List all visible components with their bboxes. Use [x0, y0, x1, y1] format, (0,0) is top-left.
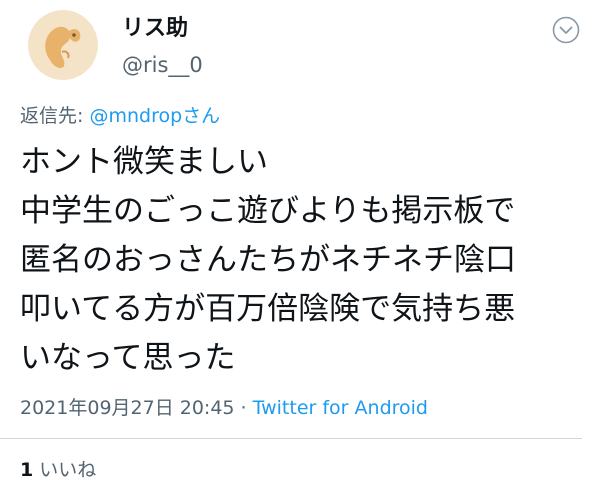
squirrel-avatar-icon	[28, 10, 98, 80]
source-link[interactable]: Twitter for Android	[253, 397, 428, 419]
tweet-menu-button[interactable]	[552, 16, 580, 44]
tweet-text-line: ホント微笑ましい	[20, 144, 268, 180]
tweet-text-line: 叩いてる方が百万倍陰険で気持ち悪	[20, 291, 516, 327]
tweet-header: リス助 @ris__0	[20, 6, 580, 86]
display-name[interactable]: リス助	[122, 16, 188, 42]
likes-count: 1	[20, 459, 34, 481]
divider	[0, 438, 582, 439]
meta-separator: ·	[234, 397, 253, 419]
avatar[interactable]	[28, 10, 98, 80]
tweet-meta: 2021年09月27日 20:45 · Twitter for Android	[20, 396, 428, 420]
timestamp-link[interactable]: 2021年09月27日 20:45	[20, 397, 235, 419]
reply-prefix: 返信先:	[20, 105, 90, 127]
tweet-text: ホント微笑ましい 中学生のごっこ遊びよりも掲示板で 匿名のおっさんたちがネチネチ…	[20, 138, 580, 383]
tweet-text-line: 匿名のおっさんたちがネチネチ陰口	[20, 242, 516, 278]
tweet-text-line: 中学生のごっこ遊びよりも掲示板で	[20, 193, 516, 229]
likes-label: いいね	[39, 459, 97, 481]
reply-context: 返信先: @mndropさん	[20, 104, 220, 128]
likes-link[interactable]: 1 いいね	[20, 458, 96, 482]
tweet-card: リス助 @ris__0 返信先: @mndropさん ホント微笑ましい 中学生の…	[0, 0, 600, 501]
chevron-down-icon	[552, 16, 580, 44]
tweet-text-line: いなって思った	[20, 340, 236, 376]
user-handle[interactable]: @ris__0	[122, 52, 203, 78]
reply-mention-link[interactable]: @mndropさん	[89, 105, 220, 127]
